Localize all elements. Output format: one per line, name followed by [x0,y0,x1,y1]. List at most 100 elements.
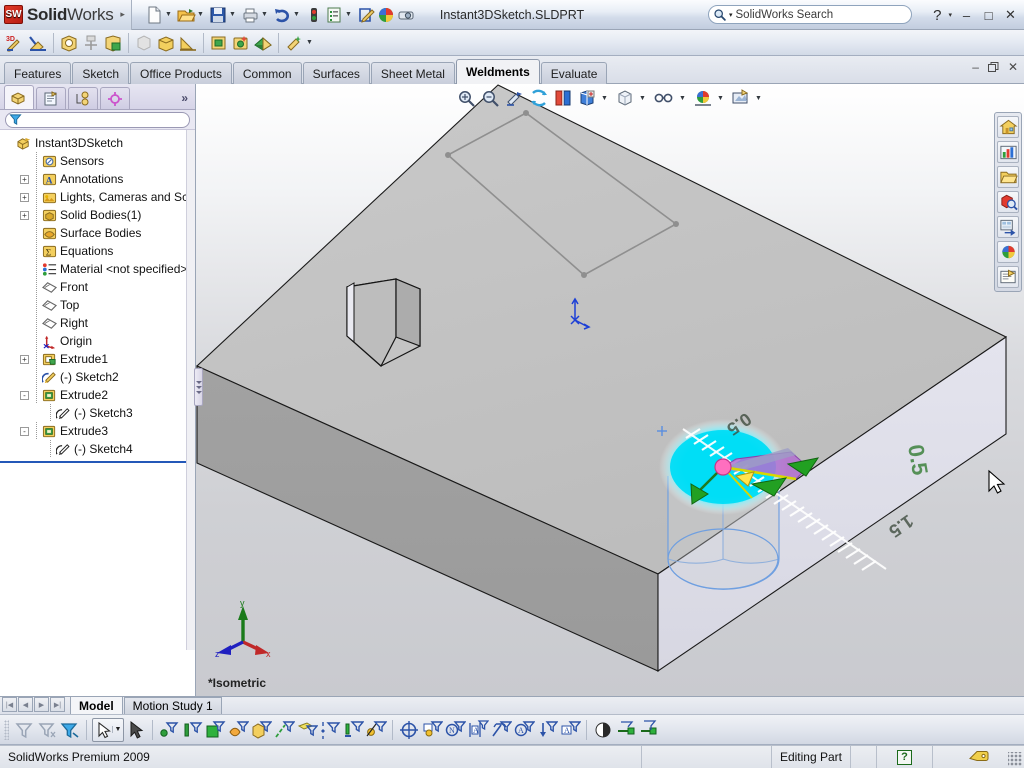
tab-nav-button-3[interactable]: ▶| [50,697,65,712]
toggle-filters-icon[interactable] [59,719,81,741]
print-document-icon[interactable] [240,5,260,25]
tree-item-equations[interactable]: Σ Equations [4,242,195,260]
filter-midpoints-icon[interactable] [365,719,387,741]
display-style-icon[interactable] [576,88,598,108]
filter-balloons-icon[interactable] [536,719,558,741]
file-explorer-tab[interactable] [997,166,1019,188]
appearances-scenes-tab[interactable] [997,241,1019,263]
feature-filter-input[interactable] [5,111,190,128]
property-manager-tab[interactable] [36,87,66,109]
view-settings-icon[interactable] [730,88,752,108]
section-view-icon[interactable] [528,88,550,108]
view-palette-tab[interactable] [997,216,1019,238]
tree-item-top[interactable]: Top [4,296,195,314]
tab-office-products[interactable]: Office Products [130,62,232,84]
solidworks-logo[interactable]: SW SolidWorks ▸ [0,0,132,30]
cut-list-icon[interactable] [283,33,305,53]
panel-splitter-handle[interactable] [194,368,203,406]
filter-edges-icon[interactable] [181,719,203,741]
tree-item-origin[interactable]: Origin [4,332,195,350]
filter-shading-icon[interactable] [592,719,614,741]
hex-pocket-side-wall[interactable] [346,282,355,344]
open-document-icon[interactable] [176,5,196,25]
feature-manager-tab[interactable] [4,85,34,109]
search-tab[interactable] [997,191,1019,213]
undo-icon[interactable] [272,5,292,25]
apply-scene-icon[interactable] [692,88,714,108]
new-document-icon[interactable] [144,5,164,25]
options-icon[interactable] [324,5,344,25]
tree-expander-toggle[interactable]: + [20,174,29,184]
graphics-area[interactable]: 0.5 0.5 1.5 ▼ ▼ ▼ ▼ ▼ y x z *Isometric [196,84,1024,696]
tree-item-sensors[interactable]: Sensors [4,152,195,170]
filter-dimensions-icon[interactable]: N [444,719,466,741]
weldment-icon[interactable] [252,33,274,53]
undo-caret-icon[interactable]: ▼ [292,0,301,30]
tree-item-sketch3[interactable]: (-) Sketch3 [4,404,195,422]
solidworks-resources-tab[interactable] [997,116,1019,138]
weld-bead-icon[interactable] [155,33,177,53]
tab-nav-button-2[interactable]: ▶ [34,697,49,712]
filter-faces-icon[interactable] [204,719,226,741]
tab-nav-button-0[interactable]: |◀ [2,697,17,712]
tab-nav-button-1[interactable]: ◀ [18,697,33,712]
chamfer-icon[interactable] [177,33,199,53]
search-dropdown-caret-icon[interactable]: ▾ [729,11,733,19]
tab-surfaces[interactable]: Surfaces [302,62,370,84]
end-cap-icon[interactable] [80,33,102,53]
tab-common[interactable]: Common [232,62,302,84]
zoom-to-fit-icon[interactable] [456,88,478,108]
filter-connection-points-icon[interactable] [615,719,637,741]
appearance-caret-icon[interactable]: ▼ [678,84,687,113]
options-caret-icon[interactable]: ▼ [344,0,353,30]
select-other-icon[interactable] [125,719,147,741]
bottom-tab-model[interactable]: Model [70,696,123,714]
clear-filters-icon[interactable] [36,719,58,741]
extruded-boss-icon[interactable] [208,33,230,53]
help-caret-icon[interactable]: ▾ [948,11,952,19]
tree-item-surface-bodies[interactable]: Surface Bodies [4,224,195,242]
filter-centerlines-icon[interactable] [421,719,443,741]
tree-expander-toggle[interactable]: - [20,426,29,436]
tab-weldments[interactable]: Weldments [455,59,540,84]
filter-datums-icon[interactable]: A [559,719,581,741]
tree-expander-toggle[interactable]: - [20,390,29,400]
status-help-indicator[interactable]: ? [876,745,932,768]
filter-surface-bodies-icon[interactable] [227,719,249,741]
tree-item-annotations[interactable]: + A Annotations [4,170,195,188]
tree-tabs-overflow-chevron-icon[interactable]: » [181,91,188,105]
bottom-tab-motion-study-1[interactable]: Motion Study 1 [123,697,222,714]
filter-notes-icon[interactable]: A [513,719,535,741]
hide-show-items-icon[interactable] [614,88,636,108]
tree-item-extrude2[interactable]: - Extrude2 [4,386,195,404]
filter-sketch-segments-icon[interactable] [342,719,364,741]
design-library-tab[interactable] [997,141,1019,163]
save-document-caret-icon[interactable]: ▼ [228,0,237,30]
filter-sketch-points-icon[interactable] [319,719,341,741]
menu-expand-arrow-icon[interactable]: ▸ [120,9,125,20]
tab-evaluate[interactable]: Evaluate [540,62,608,84]
drag-origin-handle[interactable] [714,458,732,476]
doc-minimize-button[interactable]: – [972,60,979,74]
tree-item-sketch2[interactable]: (-) Sketch2 [4,368,195,386]
tree-expander-toggle[interactable]: + [20,192,29,202]
3d-sketch-icon[interactable]: 3D [5,33,27,53]
filter-axes-icon[interactable] [273,719,295,741]
hex-pocket-shadow-wall[interactable] [395,278,421,347]
filter-routing-points-icon[interactable] [638,719,660,741]
tab-sketch[interactable]: Sketch [72,62,130,84]
gusset-icon[interactable] [102,33,124,53]
weldment-more-caret-icon[interactable]: ▼ [305,28,314,58]
model-viewport[interactable]: 0.5 0.5 1.5 [196,84,1024,696]
save-document-icon[interactable] [208,5,228,25]
configuration-manager-tab[interactable] [68,87,98,109]
view-settings-caret-icon[interactable]: ▼ [754,84,763,113]
color-sphere-icon[interactable] [376,5,396,25]
dimxpert-manager-tab[interactable] [100,87,130,109]
scene-caret-icon[interactable]: ▼ [716,84,725,113]
custom-properties-tab[interactable] [997,266,1019,288]
tree-expander-toggle[interactable]: + [20,354,29,364]
filter-vertices-icon[interactable] [158,719,180,741]
filter-blocks-icon[interactable] [490,719,512,741]
filter-surface-finish-icon[interactable]: A [467,719,489,741]
